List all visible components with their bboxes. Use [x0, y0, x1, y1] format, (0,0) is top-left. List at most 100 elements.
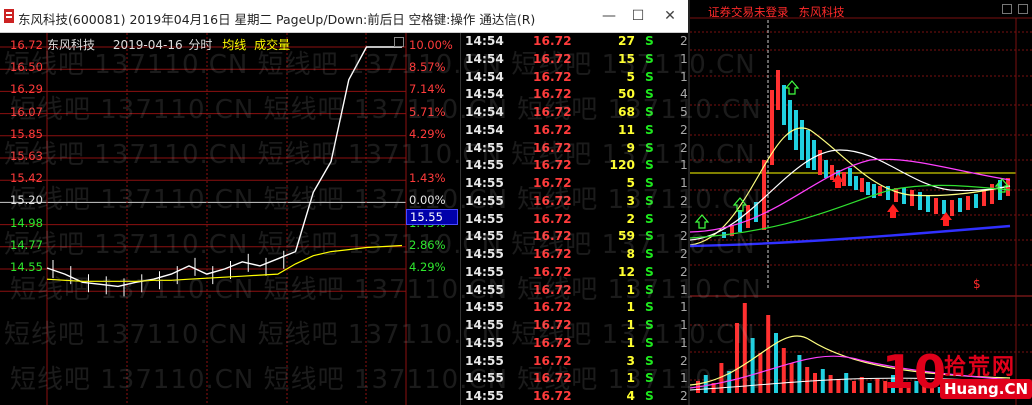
tick-time: 14:55 — [465, 282, 504, 297]
tick-time: 14:55 — [465, 140, 504, 155]
tick-direction: S — [645, 335, 654, 350]
tick-volume: 1 — [626, 371, 635, 386]
kline-candle — [738, 210, 742, 232]
tick-price: 16.72 — [533, 176, 572, 190]
tick-row[interactable]: 14:55 16.72 S 1 1 — [461, 318, 689, 336]
tick-row[interactable]: 14:55 16.72 S 2 59 — [461, 229, 689, 247]
tick-row[interactable]: 14:55 16.72 S 1 120 — [461, 158, 689, 176]
percent-tick-label: 7.14% — [409, 82, 446, 97]
tick-time: 14:54 — [465, 34, 504, 48]
tick-price: 16.72 — [533, 193, 572, 208]
tick-row[interactable]: 14:54 16.72 S 2 11 — [461, 123, 689, 141]
tick-row[interactable]: 14:55 16.72 S 1 5 — [461, 176, 689, 194]
window-titlebar[interactable]: 东风科技(600081) 2019年04月16日 星期二 PageUp/Down… — [0, 0, 688, 33]
tick-count: 2 — [680, 264, 688, 279]
kline-candle — [854, 176, 858, 190]
tick-row[interactable]: 14:54 16.72 S 1 5 — [461, 70, 689, 88]
chart-option-icon[interactable] — [394, 37, 404, 47]
tick-row[interactable]: 14:55 16.72 S 2 12 — [461, 265, 689, 283]
tick-count: 1 — [680, 158, 688, 173]
tick-time: 14:54 — [465, 69, 504, 84]
kline-close-icon[interactable] — [1018, 4, 1028, 14]
kline-candle — [776, 70, 780, 110]
tick-row[interactable]: 14:55 16.72 S 2 3 — [461, 194, 689, 212]
price-tick-label: 14.55 — [10, 260, 43, 274]
window-title: 东风科技(600081) 2019年04月16日 星期二 PageUp/Down… — [18, 12, 536, 27]
kline-candle — [800, 120, 804, 160]
tick-volume: 120 — [609, 158, 635, 173]
tick-row[interactable]: 14:55 16.72 S 1 1 — [461, 300, 689, 318]
kline-candle — [746, 205, 750, 228]
login-status: 证券交易未登录 — [708, 5, 789, 19]
kline-candle — [788, 100, 792, 140]
tick-time: 14:54 — [465, 51, 504, 66]
tick-direction: S — [645, 389, 654, 403]
site-logo: 10 拾荒网 Huang.CN — [882, 347, 1032, 405]
kline-candle — [974, 194, 978, 208]
kline-candle — [926, 196, 930, 212]
minimize-button[interactable]: — — [597, 6, 621, 26]
tick-direction: S — [645, 34, 654, 48]
tick-count: 1 — [680, 282, 688, 297]
tick-volume: 5 — [626, 176, 635, 190]
chart-date: 2019-04-16 — [112, 38, 183, 52]
tick-row[interactable]: 14:55 16.72 S 2 9 — [461, 141, 689, 159]
tick-row[interactable]: 14:55 16.72 S 2 3 — [461, 354, 689, 372]
tick-row[interactable]: 14:55 16.72 S 2 8 — [461, 247, 689, 265]
tick-direction: S — [645, 176, 654, 190]
kline-candle — [902, 188, 906, 204]
tick-count: 2 — [680, 389, 688, 403]
close-button[interactable]: ✕ — [658, 6, 682, 26]
tick-row[interactable]: 14:55 16.72 S 2 2 — [461, 212, 689, 230]
volume-toggle[interactable]: 成交量 — [254, 38, 290, 52]
kline-candle — [966, 196, 970, 210]
tick-row[interactable]: 14:54 16.72 S 4 50 — [461, 87, 689, 105]
tick-direction: S — [645, 122, 654, 137]
tick-price: 16.72 — [533, 282, 572, 297]
kline-candle — [950, 200, 954, 216]
tick-count: 1 — [680, 371, 688, 386]
tick-count: 2 — [680, 193, 688, 208]
tick-row[interactable]: 14:55 16.72 S 1 1 — [461, 283, 689, 301]
tick-direction: S — [645, 105, 654, 119]
tick-time: 14:54 — [465, 122, 504, 137]
price-line — [46, 46, 402, 288]
tick-count: 2 — [680, 211, 688, 226]
maximize-button[interactable]: ☐ — [626, 6, 650, 26]
tick-volume: 1 — [626, 318, 635, 332]
tick-row[interactable]: 14:55 16.72 S 1 1 — [461, 371, 689, 389]
tick-row[interactable]: 14:54 16.72 S 5 68 — [461, 105, 689, 123]
kline-option-icon[interactable] — [1002, 4, 1012, 14]
tick-volume: 3 — [626, 193, 635, 208]
tick-volume: 50 — [618, 87, 635, 102]
volume-bar — [766, 315, 771, 393]
volume-bar — [836, 379, 841, 393]
avg-line-toggle[interactable]: 均线 — [222, 38, 246, 52]
tick-time: 14:55 — [465, 158, 504, 173]
tick-price: 16.72 — [533, 353, 572, 368]
tick-direction: S — [645, 140, 654, 155]
logo-name: 拾荒网 — [944, 355, 1017, 380]
tick-row[interactable]: 14:55 16.72 S 1 1 — [461, 336, 689, 354]
tick-list[interactable]: 14:54 16.72 S 2 27 14:54 16.72 S 1 15 14:54 16.72 S 1… — [460, 33, 688, 405]
percent-tick-label: 2.86% — [409, 237, 446, 252]
tick-row[interactable]: 14:55 16.72 S 2 4 — [461, 389, 689, 405]
percent-tick-label: 8.57% — [409, 60, 446, 75]
tick-price: 16.72 — [533, 389, 572, 403]
tick-count: 2 — [680, 140, 688, 155]
tick-direction: S — [645, 158, 654, 173]
tick-price: 16.72 — [533, 211, 572, 226]
tick-row[interactable]: 14:54 16.72 S 2 27 — [461, 34, 689, 52]
price-tick-label: 15.85 — [10, 126, 43, 141]
kline-candle — [782, 85, 786, 125]
volume-bar — [828, 375, 833, 393]
tick-time: 14:54 — [465, 105, 504, 119]
tick-direction: S — [645, 211, 654, 226]
tick-row[interactable]: 14:54 16.72 S 1 15 — [461, 52, 689, 70]
tick-count: 1 — [680, 51, 688, 66]
tick-volume: 2 — [626, 211, 635, 226]
up-arrow-icon — [887, 204, 899, 218]
intraday-chart[interactable]: 东风科技 2019-04-16 分时 均线 成交量 16.72 16.50 16.2… — [0, 33, 460, 405]
kline-candle — [918, 192, 922, 210]
logo-number: 10 — [882, 345, 947, 399]
